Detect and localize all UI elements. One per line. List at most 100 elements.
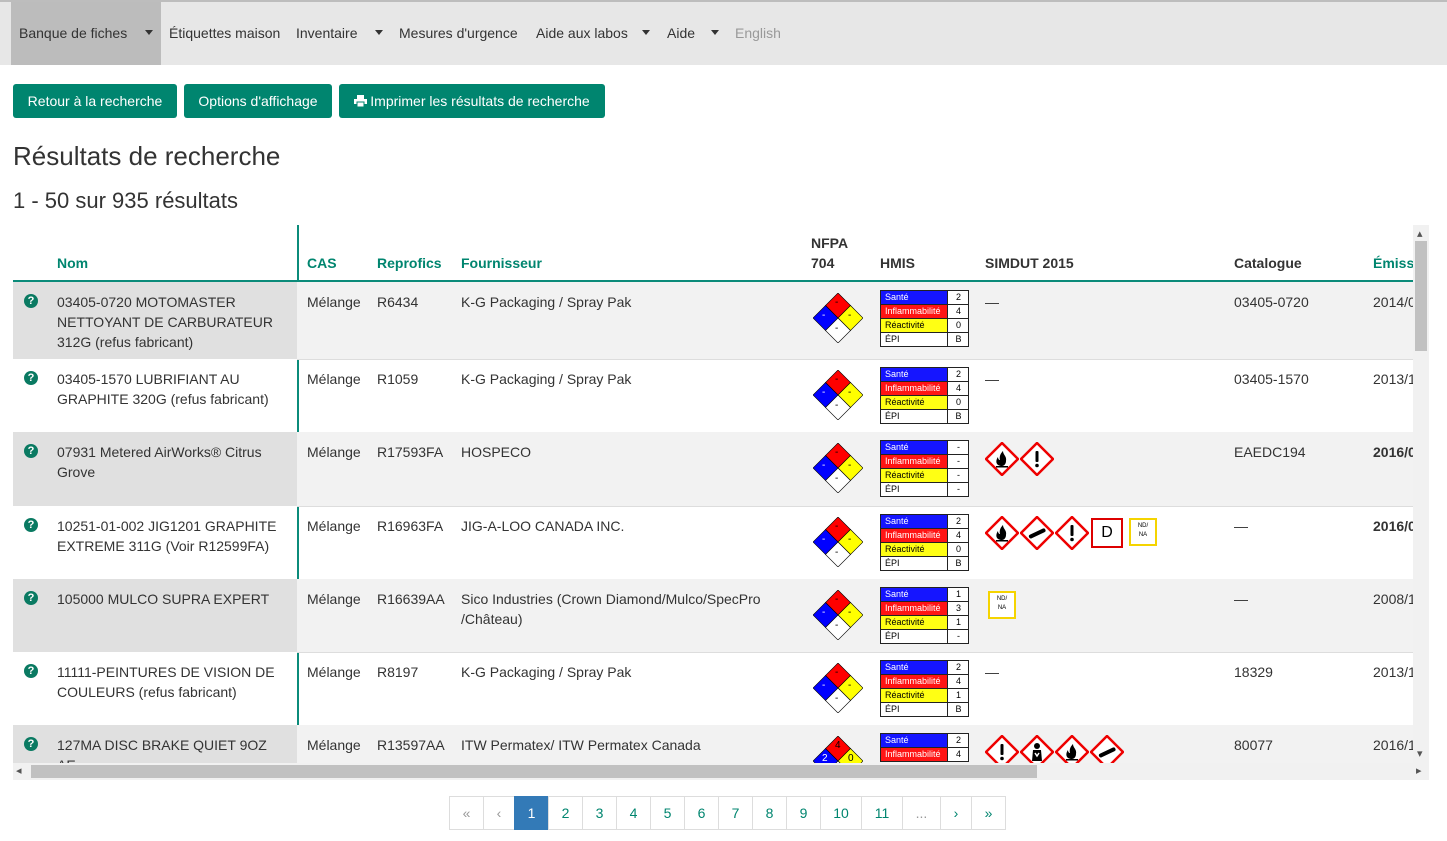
nav-aide[interactable]: Aide (667, 2, 722, 65)
help-icon[interactable]: ? (24, 444, 38, 458)
nfpa-special-value: - (835, 400, 839, 411)
help-icon[interactable]: ? (24, 518, 38, 532)
page-7-button[interactable]: 7 (718, 796, 753, 830)
header-cas[interactable]: CAS (307, 255, 337, 271)
hmis-row-value: B (955, 704, 962, 714)
help-icon[interactable]: ? (24, 737, 38, 751)
cell-simdut: — (985, 371, 999, 387)
page-9-button[interactable]: 9 (786, 796, 821, 830)
cell-nom[interactable]: 07931 Metered AirWorks® Citrus Grove (57, 442, 282, 482)
table-row[interactable]: ? 07931 Metered AirWorks® Citrus Grove Mél… (13, 432, 1416, 507)
cell-reprofics: R13597AA (377, 737, 445, 753)
hmis-row-value: 1 (955, 617, 961, 627)
nfpa-reactivity-value: - (848, 460, 852, 471)
header-hmis: HMIS (880, 255, 915, 271)
hmis-row-label: Santé (881, 368, 948, 381)
nav-inventaire[interactable]: Inventaire (296, 2, 386, 65)
nfpa-reactivity-value: - (848, 310, 852, 321)
nav-mesures-urgence[interactable]: Mesures d'urgence (399, 2, 518, 65)
header-reprofics[interactable]: Reprofics (377, 255, 442, 271)
ghs-exclam-icon (984, 734, 1020, 763)
cell-nom[interactable]: 11111-PEINTURES DE VISION DE COULEURS (r… (57, 662, 282, 702)
cell-nom[interactable]: 105000 MULCO SUPRA EXPERT (57, 589, 282, 609)
cell-nom[interactable]: 127MA DISC BRAKE QUIET 9OZ AE (57, 735, 282, 763)
scroll-right-icon[interactable]: ▸ (1416, 764, 1422, 777)
hmis-row-label: Inflammabilité (881, 675, 948, 688)
page-10-button[interactable]: 10 (820, 796, 862, 830)
hmis-row-label: Santé (881, 734, 948, 747)
cell-nom[interactable]: 03405-1570 LUBRIFIANT AU GRAPHITE 320G (… (57, 369, 282, 409)
cell-cas: Mélange (307, 737, 361, 753)
scroll-down-icon[interactable]: ▾ (1417, 747, 1423, 760)
nfpa-special-value: - (835, 620, 839, 631)
table-row[interactable]: ? 105000 MULCO SUPRA EXPERT Mélange R16639A… (13, 579, 1416, 653)
help-icon[interactable]: ? (24, 371, 38, 385)
nav-english[interactable]: English (735, 2, 781, 65)
hmis-row-label: ÉPI (881, 333, 948, 346)
hmis-row-label: Inflammabilité (881, 748, 948, 761)
vertical-scrollbar[interactable]: ▴ ▾ (1413, 225, 1429, 763)
page-2-button[interactable]: 2 (548, 796, 583, 830)
nfpa-fire-value: - (835, 521, 839, 532)
table-row[interactable]: ? 03405-1570 LUBRIFIANT AU GRAPHITE 320G … (13, 359, 1416, 433)
back-to-search-button[interactable]: Retour à la recherche (13, 84, 177, 118)
page-prev-button[interactable]: ‹ (483, 796, 515, 830)
nfpa-fire-value: - (835, 297, 839, 308)
table-row[interactable]: ? 10251-01-002 JIG1201 GRAPHITE EXTREME 3… (13, 506, 1416, 580)
page-3-button[interactable]: 3 (582, 796, 617, 830)
hmis-row: Inflammabilité 3 (881, 602, 968, 616)
nfpa-health-value: - (822, 607, 826, 618)
header-fournisseur[interactable]: Fournisseur (461, 255, 542, 271)
page-8-button[interactable]: 8 (752, 796, 787, 830)
hmis-row-label: Réactivité (881, 319, 948, 332)
nfpa-health-value: - (822, 534, 826, 545)
page-6-button[interactable]: 6 (684, 796, 719, 830)
simdut-d-badge: D (1091, 518, 1123, 548)
nfpa-health-value: 2 (822, 753, 828, 763)
hmis-row-label: Inflammabilité (881, 305, 948, 318)
nav-etiquettes-maison[interactable]: Étiquettes maison (169, 2, 280, 65)
hmis-row: ÉPI B (881, 557, 968, 570)
page-5-button[interactable]: 5 (650, 796, 685, 830)
cell-reprofics: R16963FA (377, 518, 444, 534)
scroll-up-icon[interactable]: ▴ (1417, 227, 1423, 240)
page-4-button[interactable]: 4 (616, 796, 651, 830)
cell-cas: Mélange (307, 371, 361, 387)
cell-simdut: — (985, 294, 999, 310)
print-results-button[interactable]: Imprimer les résultats de recherche (339, 84, 605, 118)
cell-nom[interactable]: 03405-0720 MOTOMASTER NETTOYANT DE CARBU… (57, 292, 282, 352)
nav-aide-aux-labos[interactable]: Aide aux labos (536, 2, 654, 65)
header-nfpa: NFPA (811, 235, 848, 251)
page-first-button[interactable]: « (449, 796, 484, 830)
page-11-button[interactable]: 11 (861, 796, 903, 830)
nfpa-fire-value: - (835, 374, 839, 385)
page-title: Résultats de recherche (13, 141, 281, 171)
table-row[interactable]: ? 03405-0720 MOTOMASTER NETTOYANT DE CARB… (13, 282, 1416, 360)
pagination: « ‹ 1 2 3 4 5 6 7 8 9 10 11 ... › » (449, 796, 1006, 830)
page-next-button[interactable]: › (940, 796, 972, 830)
header-catalogue: Catalogue (1234, 255, 1302, 271)
hmis-label: Santé 1 Inflammabilité 3 Réactivité 1 ÉPI - (880, 587, 969, 644)
nav-banque-de-fiches[interactable]: Banque de fiches (11, 2, 161, 65)
help-icon[interactable]: ? (24, 294, 38, 308)
help-icon[interactable]: ? (24, 591, 38, 605)
horizontal-scrollbar[interactable]: ◂ ▸ (13, 763, 1429, 780)
header-emission[interactable]: Émiss (1373, 255, 1414, 271)
nfpa-diamond: ---- (812, 292, 864, 344)
cell-nom[interactable]: 10251-01-002 JIG1201 GRAPHITE EXTREME 31… (57, 516, 282, 556)
page-1-button[interactable]: 1 (514, 796, 549, 830)
help-icon[interactable]: ? (24, 664, 38, 678)
header-nom[interactable]: Nom (57, 255, 88, 271)
horizontal-scroll-thumb[interactable] (31, 765, 1037, 778)
nav-label: Étiquettes maison (169, 25, 281, 41)
display-options-button[interactable]: Options d'affichage (184, 84, 332, 118)
hmis-row-label: Inflammabilité (881, 602, 948, 615)
nfpa-special-value: - (835, 547, 839, 558)
vertical-scroll-thumb[interactable] (1415, 241, 1427, 351)
scroll-left-icon[interactable]: ◂ (16, 764, 22, 777)
hmis-row-label: Santé (881, 291, 948, 304)
table-row[interactable]: ? 11111-PEINTURES DE VISION DE COULEURS (… (13, 652, 1416, 726)
chevron-down-icon (642, 30, 650, 35)
table-row[interactable]: ? 127MA DISC BRAKE QUIET 9OZ AE Mélange R13… (13, 725, 1416, 763)
page-last-button[interactable]: » (971, 796, 1006, 830)
